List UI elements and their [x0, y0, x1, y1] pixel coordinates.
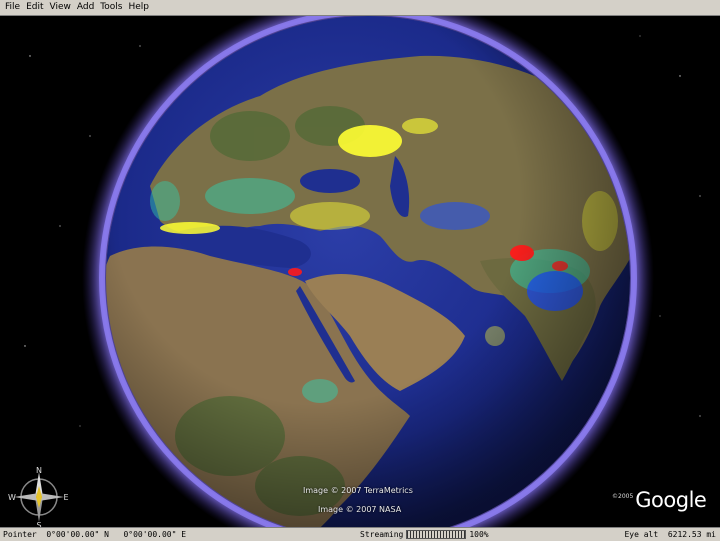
menu-tools[interactable]: Tools — [97, 0, 125, 15]
globe-shading — [106, 16, 630, 527]
status-bar: Pointer 0°00'00.00" N 0°00'00.00" E Stre… — [0, 527, 720, 541]
eye-altitude: Eye alt 6212.53 mi — [624, 528, 716, 541]
pointer-readout: Pointer 0°00'00.00" N 0°00'00.00" E — [3, 528, 186, 541]
pointer-label: Pointer — [3, 530, 37, 539]
pointer-latitude: 0°00'00.00" N — [46, 530, 109, 539]
compass-control[interactable]: N S W E — [8, 466, 70, 527]
eye-alt-value: 6212.53 mi — [667, 530, 716, 539]
menu-help[interactable]: Help — [125, 0, 152, 15]
nasa-credit: Image © 2007 NASA — [318, 505, 402, 514]
pointer-longitude: 0°00'00.00" E — [123, 530, 187, 539]
menu-edit[interactable]: Edit — [23, 0, 46, 15]
streaming-percent: 100% — [469, 530, 489, 539]
logo-year: ©2005 — [612, 493, 634, 500]
terrametrics-credit: Image © 2007 TerraMetrics — [303, 486, 413, 495]
globe-view[interactable] — [0, 16, 720, 527]
eye-alt-label: Eye alt — [624, 530, 659, 539]
menu-add[interactable]: Add — [74, 0, 97, 15]
streaming-label: Streaming — [360, 530, 404, 539]
menu-bar: File Edit View Add Tools Help — [0, 0, 720, 16]
compass-north: N — [36, 466, 42, 475]
streaming-progress-bar — [406, 530, 467, 539]
compass-west: W — [8, 493, 16, 502]
streaming-indicator: Streaming 100% — [360, 528, 489, 541]
menu-view[interactable]: View — [47, 0, 74, 15]
menu-file[interactable]: File — [0, 0, 23, 15]
google-logo: ©2005 Google — [612, 488, 707, 512]
map-viewport[interactable]: Image © 2007 TerraMetrics Image © 2007 N… — [0, 16, 720, 527]
compass-rose-icon: N S W E — [8, 466, 68, 527]
compass-east: E — [63, 493, 68, 502]
logo-name: Google — [635, 488, 707, 512]
